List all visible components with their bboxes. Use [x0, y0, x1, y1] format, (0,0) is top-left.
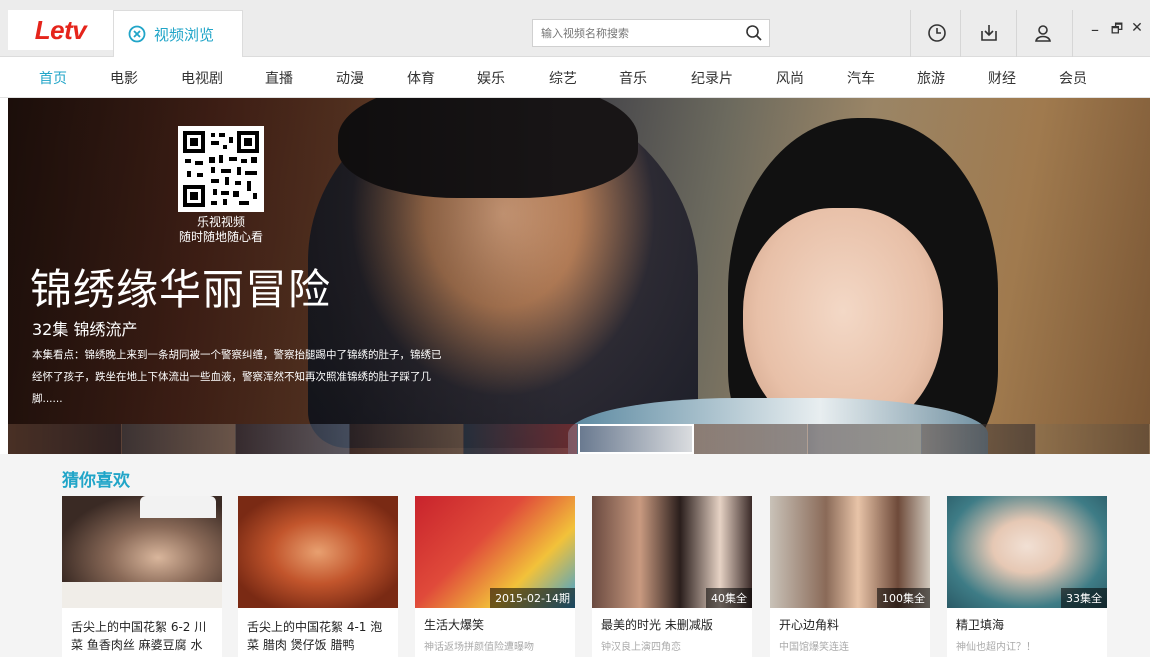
hero-thumbnail[interactable] [121, 424, 236, 454]
nav-item-fashion[interactable]: 风尚 [776, 68, 804, 88]
category-nav: 首页 电影 电视剧 直播 动漫 体育 娱乐 综艺 音乐 纪录片 风尚 汽车 旅游… [0, 57, 1150, 98]
chef-hat [140, 496, 216, 518]
nav-item-vip[interactable]: 会员 [1059, 68, 1087, 88]
video-description: 神仙也超内讧？！ [956, 642, 1036, 653]
video-poster: 40集全 [592, 496, 752, 608]
divider [1016, 10, 1017, 57]
divider [960, 10, 961, 57]
video-card[interactable]: 100集全 开心边角料 中国馆爆笑连连 [770, 496, 930, 657]
nav-item-anime[interactable]: 动漫 [336, 68, 364, 88]
nav-item-cars[interactable]: 汽车 [847, 68, 875, 88]
circle-x-icon [128, 25, 146, 43]
video-title: 生活大爆笑 [424, 618, 485, 632]
user-button[interactable] [1024, 14, 1062, 52]
hero-thumbnail[interactable] [349, 424, 464, 454]
hero-thumbnail[interactable] [463, 424, 578, 454]
nav-item-finance[interactable]: 财经 [988, 68, 1016, 88]
video-title: 最美的时光 未删减版 [601, 618, 713, 632]
video-poster: 100集全 [770, 496, 930, 608]
clock-icon [928, 24, 946, 42]
nav-item-sports[interactable]: 体育 [407, 68, 435, 88]
hero-banner[interactable]: 乐视视频 随时随地随心看 锦绣缘华丽冒险 32集 锦绣流产 本集看点：锦绣晚上来… [8, 98, 1150, 454]
recommendations-heading: 猜你喜欢 [62, 471, 130, 491]
nav-item-entertainment[interactable]: 娱乐 [477, 68, 505, 88]
video-card[interactable]: 舌尖上的中国花絮 4-1 泡菜 腊肉 煲仔饭 腊鸭 [238, 496, 398, 657]
hero-title[interactable]: 锦绣缘华丽冒险 [30, 256, 331, 317]
episode-badge: 33集全 [1061, 588, 1107, 608]
nav-item-documentary[interactable]: 纪录片 [691, 68, 733, 88]
video-poster [238, 496, 398, 608]
hero-thumbnail[interactable] [922, 424, 1037, 454]
video-description: 中国馆爆笑连连 [779, 642, 849, 653]
tab-video-browse-label: 视频浏览 [154, 25, 215, 44]
nav-item-music[interactable]: 音乐 [619, 68, 647, 88]
hero-thumbnail[interactable] [8, 424, 122, 454]
search-box [532, 19, 770, 47]
history-button[interactable] [918, 14, 956, 52]
video-description: 神话返场拼颜值险遭曝吻 [424, 642, 534, 653]
hero-thumbnail[interactable] [694, 424, 809, 454]
nav-item-tv[interactable]: 电视剧 [181, 68, 223, 88]
nav-item-home[interactable]: 首页 [39, 68, 67, 88]
video-title: 开心边角料 [779, 618, 840, 632]
qr-caption-line1: 乐视视频 [196, 215, 245, 229]
search-icon[interactable] [745, 24, 763, 42]
video-title: 精卫填海 [956, 618, 1005, 632]
user-icon [1035, 25, 1051, 42]
title-bar: Letv 视频浏览 – 🗗 ✕ [0, 0, 1150, 57]
video-poster: 33集全 [947, 496, 1107, 608]
divider [1072, 10, 1073, 57]
chef-coat [62, 582, 222, 608]
nav-item-variety[interactable]: 综艺 [549, 68, 577, 88]
video-poster: 2015-02-14期 [415, 496, 575, 608]
hero-thumbnail-active[interactable] [577, 424, 695, 454]
video-description: 钟汉良上演四角恋 [601, 642, 681, 653]
tab-video-browse[interactable]: 视频浏览 [113, 10, 243, 57]
download-button[interactable] [970, 14, 1008, 52]
nav-item-movies[interactable]: 电影 [110, 68, 138, 88]
minimize-button[interactable]: – [1086, 20, 1104, 39]
nav-item-live[interactable]: 直播 [265, 68, 293, 88]
video-card[interactable]: 2015-02-14期 生活大爆笑 神话返场拼颜值险遭曝吻 [415, 496, 575, 657]
video-poster [62, 496, 222, 608]
divider [910, 10, 911, 57]
video-title: 舌尖上的中国花絮 6-2 川菜 鱼香肉丝 麻婆豆腐 水 [71, 620, 207, 652]
video-card[interactable]: 舌尖上的中国花絮 6-2 川菜 鱼香肉丝 麻婆豆腐 水 [62, 496, 222, 657]
hero-thumbnail[interactable] [235, 424, 350, 454]
video-card[interactable]: 33集全 精卫填海 神仙也超内讧？！ [947, 496, 1107, 657]
download-icon [981, 25, 997, 41]
hero-thumbnail[interactable] [1036, 424, 1150, 454]
letv-logo[interactable]: Letv [8, 10, 113, 50]
episode-badge: 2015-02-14期 [490, 588, 575, 608]
video-title: 舌尖上的中国花絮 4-1 泡菜 腊肉 煲仔饭 腊鸭 [247, 620, 383, 652]
video-card[interactable]: 40集全 最美的时光 未删减版 钟汉良上演四角恋 [592, 496, 752, 657]
qr-caption-line2: 随时随地随心看 [178, 230, 263, 244]
search-input[interactable] [533, 20, 738, 46]
hero-thumbnail-strip [8, 424, 1150, 454]
qr-caption: 乐视视频 随时随地随心看 [158, 215, 284, 245]
episode-badge: 100集全 [877, 588, 930, 608]
hero-thumbnail[interactable] [808, 424, 923, 454]
qr-code [178, 126, 264, 212]
hero-episode: 32集 锦绣流产 [32, 320, 138, 339]
episode-badge: 40集全 [706, 588, 752, 608]
restore-button[interactable]: 🗗 [1108, 20, 1126, 42]
nav-item-travel[interactable]: 旅游 [917, 68, 945, 88]
close-button[interactable]: ✕ [1128, 20, 1146, 36]
qr-code-icon [183, 131, 259, 207]
hero-description: 本集看点：锦绣晚上来到一条胡同被一个警察纠缠，警察抬腿踢中了锦绣的肚子，锦绣已经… [32, 349, 442, 405]
